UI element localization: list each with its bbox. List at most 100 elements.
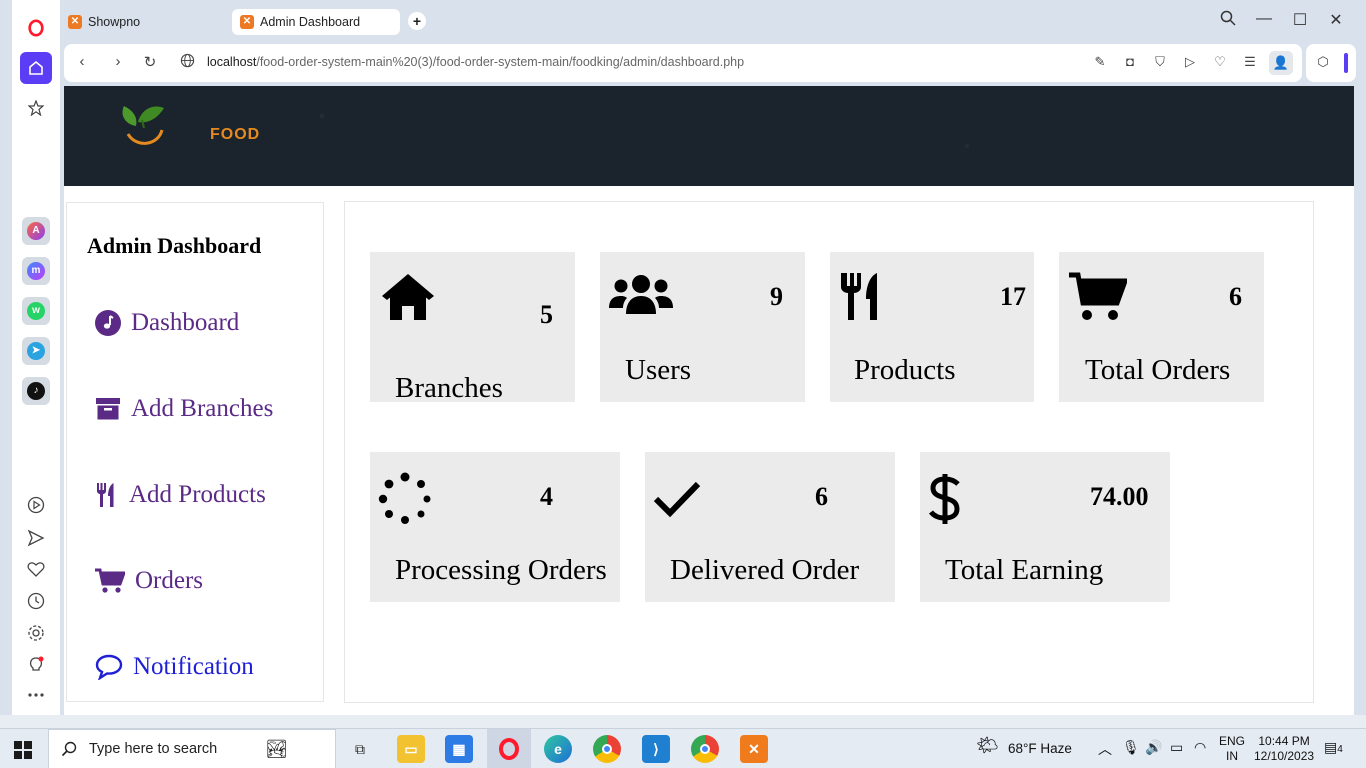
wifi-icon[interactable]: ◠ bbox=[1194, 739, 1206, 756]
sidebar-item-dashboard[interactable]: Dashboard bbox=[95, 309, 239, 337]
leaf-logo-icon bbox=[122, 106, 164, 145]
sidebar-item-label: Orders bbox=[135, 567, 204, 594]
stat-label: Processing Orders bbox=[395, 554, 607, 586]
edit-page-icon[interactable]: ✎ bbox=[1091, 54, 1109, 70]
maximize-button[interactable]: ☐ bbox=[1288, 10, 1312, 30]
search-highlight-icon: 🏞 bbox=[265, 738, 289, 759]
sidebar-item-notification[interactable]: Notification bbox=[95, 653, 254, 681]
vpn-shield-icon[interactable]: ⛉ bbox=[1151, 54, 1169, 70]
opera-logo-icon[interactable] bbox=[20, 12, 52, 44]
language-indicator[interactable]: ENG IN bbox=[1219, 734, 1245, 764]
url-field[interactable]: localhost/food-order-system-main%20(3)/f… bbox=[207, 55, 744, 69]
bookmarks-icon[interactable] bbox=[20, 92, 52, 124]
flow-send-icon[interactable]: ▷ bbox=[1181, 54, 1199, 70]
chrome-profile-icon[interactable] bbox=[691, 735, 719, 763]
sidebar-item-label: Dashboard bbox=[131, 309, 240, 336]
url-path: /food-order-system-main%20(3)/food-order… bbox=[256, 55, 745, 69]
check-icon bbox=[653, 481, 701, 518]
archive-box-icon bbox=[96, 398, 120, 420]
file-explorer-icon[interactable]: ▭ bbox=[397, 735, 425, 763]
sidebar-item-add-products[interactable]: Add Products bbox=[95, 481, 266, 509]
minimize-button[interactable]: — bbox=[1252, 10, 1276, 28]
vscode-icon[interactable]: ⟩ bbox=[642, 735, 670, 763]
tray-chevron-icon[interactable]: ︿ bbox=[1098, 739, 1112, 759]
stat-label: Users bbox=[625, 354, 692, 386]
clock[interactable]: 10:44 PM 12/10/2023 bbox=[1254, 734, 1314, 764]
heart-icon[interactable] bbox=[20, 553, 52, 585]
more-options-icon[interactable] bbox=[20, 679, 52, 711]
battery-icon[interactable]: ▭ bbox=[1170, 739, 1183, 756]
telegram-app-icon[interactable]: ➤ bbox=[22, 337, 50, 365]
dashboard-main: 5 Branches 9 Users 17 Products 6 Total O… bbox=[344, 201, 1314, 703]
users-icon bbox=[609, 275, 673, 314]
stat-value: 4 bbox=[540, 482, 553, 511]
windows-start-icon[interactable] bbox=[14, 741, 32, 764]
microphone-icon[interactable]: 🎙 bbox=[1122, 739, 1140, 756]
tab-strip: ✕ Showpno ✕ Admin Dashboard + — ☐ ✕ bbox=[60, 0, 1366, 42]
sidebar-item-label: Notification bbox=[133, 653, 254, 680]
stat-value: 5 bbox=[540, 300, 553, 329]
extensions-area: ⬡ bbox=[1306, 44, 1356, 82]
search-tabs-icon[interactable] bbox=[1216, 10, 1240, 31]
stat-card-branches[interactable]: 5 Branches bbox=[370, 252, 575, 404]
player-icon[interactable] bbox=[20, 489, 52, 521]
tips-bulb-icon[interactable] bbox=[20, 649, 52, 681]
xampp-icon[interactable]: ✕ bbox=[740, 735, 768, 763]
taskbar-search-box[interactable]: Type here to search 🏞 bbox=[48, 729, 336, 768]
close-window-button[interactable]: ✕ bbox=[1324, 10, 1348, 30]
utensils-icon bbox=[97, 483, 114, 507]
send-icon[interactable] bbox=[20, 522, 52, 554]
globe-icon bbox=[177, 53, 197, 72]
stat-card-delivered-order[interactable]: 6 Delivered Order bbox=[645, 452, 895, 602]
cart-icon bbox=[95, 568, 125, 593]
admin-sidebar: Admin Dashboard Dashboard Add Branches A… bbox=[66, 202, 324, 702]
messenger-app-icon[interactable]: m bbox=[22, 257, 50, 285]
chrome-browser-icon[interactable] bbox=[593, 735, 621, 763]
microsoft-store-icon[interactable]: ▦ bbox=[445, 735, 473, 763]
volume-icon[interactable]: 🔊 bbox=[1145, 739, 1162, 756]
stat-card-products[interactable]: 17 Products bbox=[830, 252, 1034, 402]
xampp-favicon-icon: ✕ bbox=[240, 15, 254, 29]
weather-icon: 🌤 bbox=[976, 735, 999, 755]
food-logo[interactable]: FOOD bbox=[114, 96, 259, 146]
new-tab-button[interactable]: + bbox=[408, 12, 426, 30]
stat-value: 17 bbox=[1000, 282, 1026, 311]
opera-taskbar-icon[interactable] bbox=[495, 735, 523, 763]
stat-card-processing-orders[interactable]: 4 Processing Orders bbox=[370, 452, 620, 602]
weather-text[interactable]: 68°F Haze bbox=[1008, 741, 1072, 756]
stat-card-total-orders[interactable]: 6 Total Orders bbox=[1059, 252, 1264, 402]
home-speed-dial-icon[interactable] bbox=[20, 52, 52, 84]
extensions-cube-icon[interactable]: ⬡ bbox=[1314, 54, 1332, 70]
tab-title: Showpno bbox=[88, 15, 141, 29]
sidebar-item-add-branches[interactable]: Add Branches bbox=[95, 395, 273, 423]
tab-admin-dashboard[interactable]: ✕ Admin Dashboard bbox=[232, 9, 400, 35]
tab-showpno[interactable]: ✕ Showpno bbox=[60, 9, 222, 35]
region-code: IN bbox=[1226, 749, 1238, 763]
snapshot-camera-icon[interactable]: ◘ bbox=[1121, 54, 1139, 69]
favorite-heart-icon[interactable]: ♡ bbox=[1211, 54, 1229, 70]
site-header: FOOD bbox=[64, 86, 1354, 186]
stat-card-total-earning[interactable]: 74.00 Total Earning bbox=[920, 452, 1170, 602]
scroll-accent-bar bbox=[1344, 53, 1348, 73]
history-clock-icon[interactable] bbox=[20, 585, 52, 617]
browser-sidebar: A m w ➤ ♪ bbox=[12, 0, 60, 715]
profile-user-icon[interactable]: 👤 bbox=[1269, 51, 1293, 75]
forward-button[interactable]: › bbox=[108, 53, 128, 70]
aria-app-icon[interactable]: A bbox=[22, 217, 50, 245]
windows-taskbar: Type here to search 🏞 ⧉ ▭ ▦ e ⟩ ✕ 🌤 68°F… bbox=[0, 728, 1366, 768]
sidebar-item-orders[interactable]: Orders bbox=[95, 567, 203, 595]
tiktok-app-icon[interactable]: ♪ bbox=[22, 377, 50, 405]
settings-gear-icon[interactable] bbox=[20, 617, 52, 649]
spinner-icon bbox=[378, 472, 431, 524]
task-view-icon[interactable]: ⧉ bbox=[346, 735, 374, 763]
whatsapp-app-icon[interactable]: w bbox=[22, 297, 50, 325]
back-button[interactable]: ‹ bbox=[72, 53, 92, 70]
stat-value: 6 bbox=[1229, 282, 1242, 311]
notification-center-icon[interactable]: ▤4 bbox=[1324, 739, 1343, 756]
url-host: localhost bbox=[207, 55, 257, 69]
clock-date: 12/10/2023 bbox=[1254, 749, 1315, 763]
edge-browser-icon[interactable]: e bbox=[544, 735, 572, 763]
stat-card-users[interactable]: 9 Users bbox=[600, 252, 805, 402]
easy-setup-icon[interactable]: ☰ bbox=[1241, 54, 1259, 70]
reload-icon[interactable]: ↻ bbox=[140, 53, 160, 71]
